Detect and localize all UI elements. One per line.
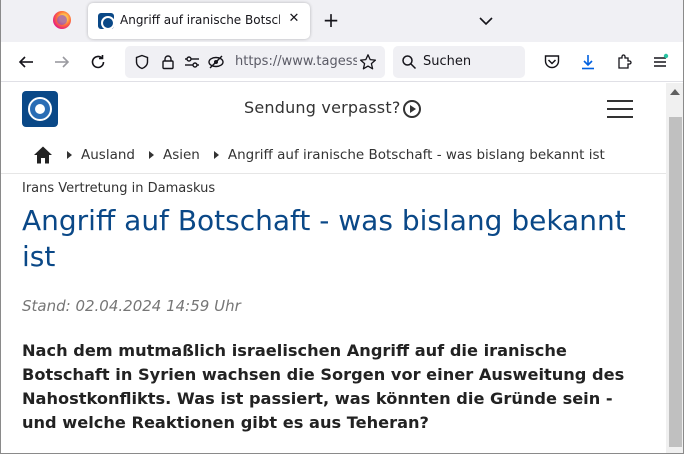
browser-window: Angriff auf iranische Botschaft ✕ + — [0, 0, 684, 454]
tab-strip: Angriff auf iranische Botschaft ✕ + — [1, 0, 683, 42]
download-icon[interactable] — [577, 51, 599, 73]
lock-icon[interactable] — [157, 51, 179, 73]
extensions-icon[interactable] — [613, 51, 635, 73]
breadcrumb-item-current: Angriff auf iranische Botschaft - was bi… — [227, 147, 605, 163]
tab-title: Angriff auf iranische Botschaft — [120, 13, 280, 27]
breadcrumb-item-asien[interactable]: Asien — [163, 147, 200, 163]
nav-bar: https://www.tagesschau.de Suchen — [1, 42, 683, 82]
divider — [1, 173, 666, 174]
scroll-up-arrow[interactable] — [670, 89, 680, 95]
scrollbar[interactable] — [666, 83, 683, 453]
permissions-icon[interactable] — [181, 51, 203, 73]
plus-icon[interactable]: + — [321, 10, 341, 30]
search-icon — [398, 51, 420, 73]
tracking-off-icon[interactable] — [205, 51, 227, 73]
article-teaser: Nach dem mutmaßlich israelischen Angriff… — [22, 341, 625, 432]
scroll-thumb[interactable] — [669, 117, 682, 447]
pocket-icon[interactable] — [541, 51, 563, 73]
search-input[interactable]: Suchen — [423, 54, 471, 69]
home-icon[interactable] — [33, 145, 53, 165]
chevron-down-icon[interactable] — [476, 11, 496, 31]
breadcrumb: Ausland Asien Angriff auf iranische Bots… — [33, 143, 619, 167]
menu-icon[interactable] — [649, 51, 671, 73]
firefox-icon[interactable] — [53, 11, 71, 29]
article-headline: Angriff auf Botschaft - was bislang beka… — [22, 204, 626, 273]
forward-icon[interactable] — [51, 51, 73, 73]
article-timestamp: Stand: 02.04.2024 14:59 Uhr — [22, 297, 241, 315]
back-icon[interactable] — [15, 51, 37, 73]
sendung-verpasst-link[interactable]: Sendung verpasst? — [244, 98, 401, 117]
tagesschau-favicon — [98, 13, 115, 30]
shield-icon[interactable] — [131, 51, 153, 73]
page-content: Sendung verpasst? Ausland Asien Angriff … — [1, 83, 666, 453]
close-icon[interactable]: ✕ — [286, 11, 302, 27]
star-icon[interactable] — [357, 51, 379, 73]
reload-icon[interactable] — [87, 51, 109, 73]
tagesschau-logo[interactable] — [22, 91, 58, 127]
chevron-right-icon — [67, 151, 72, 159]
hamburger-icon[interactable] — [607, 100, 633, 118]
play-icon[interactable] — [403, 100, 421, 118]
chevron-right-icon — [148, 151, 154, 159]
search-bar[interactable]: Suchen — [393, 46, 525, 78]
tab-active[interactable]: Angriff auf iranische Botschaft ✕ — [88, 3, 310, 39]
breadcrumb-item-ausland[interactable]: Ausland — [81, 147, 135, 163]
article-kicker: Irans Vertretung in Damaskus — [22, 181, 216, 196]
url-bar[interactable]: https://www.tagesschau.de — [125, 46, 385, 78]
chevron-right-icon — [213, 151, 219, 159]
url-text[interactable]: https://www.tagesschau.de — [235, 54, 357, 69]
